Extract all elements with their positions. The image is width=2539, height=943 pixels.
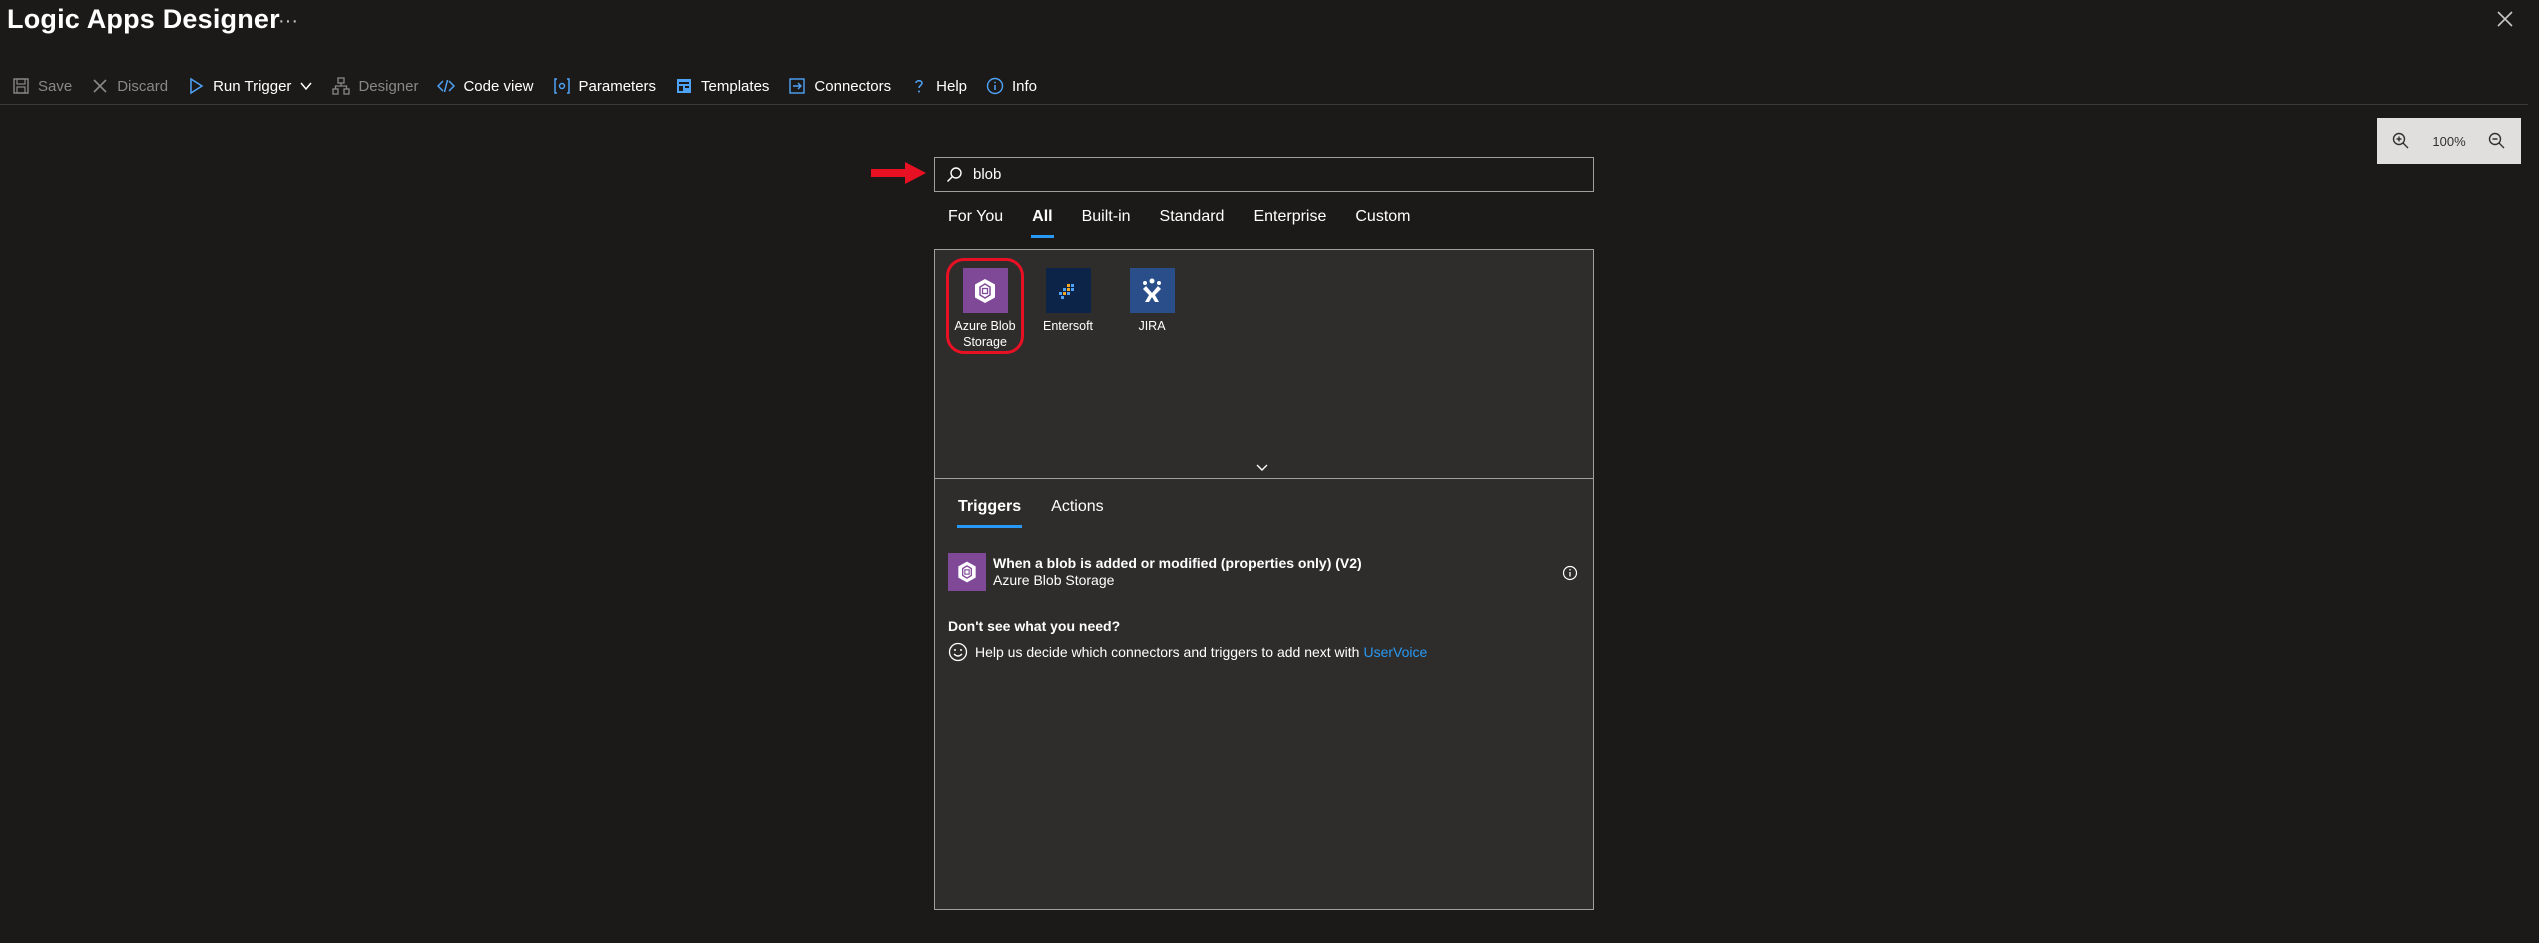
tab-enterprise[interactable]: Enterprise — [1253, 208, 1326, 238]
smiley-icon — [948, 642, 968, 662]
help-button[interactable]: Help — [910, 77, 967, 95]
tab-actions[interactable]: Actions — [1051, 498, 1103, 528]
tab-for-you[interactable]: For You — [948, 208, 1003, 238]
code-view-button[interactable]: Code view — [437, 77, 534, 95]
help-text: Help us decide which connectors and trig… — [975, 644, 1360, 660]
connector-azure-blob-storage[interactable]: Azure Blob Storage — [944, 268, 1026, 350]
tab-standard[interactable]: Standard — [1160, 208, 1225, 238]
play-icon — [190, 77, 204, 95]
red-arrow-icon — [871, 162, 926, 184]
chevron-down-icon — [1256, 464, 1268, 471]
zoom-level: 100% — [2432, 133, 2466, 149]
connector-jira[interactable]: JIRA — [1111, 268, 1193, 334]
zoom-out-icon[interactable] — [2487, 131, 2507, 151]
info-button[interactable]: Info — [986, 77, 1037, 95]
connectors-icon — [789, 78, 806, 94]
panel-expander[interactable] — [934, 459, 1594, 478]
discard-icon — [93, 79, 107, 93]
templates-button[interactable]: Templates — [675, 77, 769, 95]
save-button[interactable]: Save — [12, 77, 72, 95]
save-label: Save — [38, 77, 73, 95]
connectors-label: Connectors — [814, 77, 892, 95]
connector-label: JIRA — [1138, 319, 1166, 333]
tab-built-in[interactable]: Built-in — [1082, 208, 1131, 238]
designer-label: Designer — [358, 77, 419, 95]
tab-all[interactable]: All — [1031, 208, 1055, 238]
search-input[interactable] — [973, 166, 1563, 183]
run-trigger-button[interactable]: Run Trigger — [187, 77, 313, 95]
info-icon[interactable] — [1562, 565, 1578, 581]
toolbar: Save Discard Run Trigger Designer Code v… — [12, 70, 1056, 102]
designer-button[interactable]: Designer — [332, 77, 418, 95]
connector-tabs: For You All Built-in Standard Enterprise… — [948, 208, 1440, 238]
search-box — [934, 157, 1594, 192]
jira-icon — [1129, 268, 1175, 313]
search-icon — [946, 167, 962, 183]
parameters-icon — [553, 78, 570, 94]
help-label: Help — [936, 77, 967, 95]
page-title: Logic Apps Designer — [7, 4, 280, 34]
templates-label: Templates — [701, 77, 770, 95]
entersoft-icon — [1045, 268, 1091, 313]
close-icon[interactable] — [2494, 8, 2516, 30]
info-label: Info — [1012, 77, 1038, 95]
info-icon — [986, 77, 1004, 95]
toolbar-divider — [0, 104, 2528, 105]
tab-custom[interactable]: Custom — [1355, 208, 1410, 238]
azure-blob-storage-icon — [962, 268, 1008, 313]
templates-icon — [677, 79, 692, 93]
run-trigger-label: Run Trigger — [213, 77, 292, 95]
tab-triggers[interactable]: Triggers — [956, 498, 1023, 528]
zoom-control: 100% — [2377, 118, 2521, 164]
code-icon — [437, 79, 456, 93]
operation-title: When a blob is added or modified (proper… — [993, 555, 1362, 571]
save-icon — [13, 78, 29, 94]
connector-entersoft[interactable]: Entersoft — [1027, 268, 1109, 334]
connector-label: Azure Blob Storage — [954, 319, 1016, 349]
code-view-label: Code view — [463, 77, 534, 95]
more-options-icon[interactable]: ··· — [278, 10, 298, 33]
parameters-button[interactable]: Parameters — [553, 77, 657, 95]
chevron-down-icon[interactable] — [299, 79, 313, 93]
designer-icon — [332, 77, 351, 95]
zoom-in-icon[interactable] — [2391, 131, 2411, 151]
operation-item[interactable]: When a blob is added or modified (proper… — [948, 553, 1582, 593]
operation-tabs: Triggers Actions — [956, 498, 1134, 528]
connectors-button[interactable]: Connectors — [788, 77, 891, 95]
connector-label: Entersoft — [1042, 319, 1094, 333]
operations-panel — [934, 478, 1594, 910]
azure-blob-storage-icon — [948, 553, 986, 591]
help-heading: Don't see what you need? — [948, 618, 1121, 634]
discard-label: Discard — [117, 77, 169, 95]
help-row: Help us decide which connectors and trig… — [948, 642, 1427, 662]
operation-connector: Azure Blob Storage — [993, 572, 1115, 588]
uservoice-link[interactable]: UserVoice — [1363, 644, 1427, 660]
discard-button[interactable]: Discard — [91, 77, 168, 95]
parameters-label: Parameters — [578, 77, 657, 95]
question-icon — [915, 80, 923, 93]
